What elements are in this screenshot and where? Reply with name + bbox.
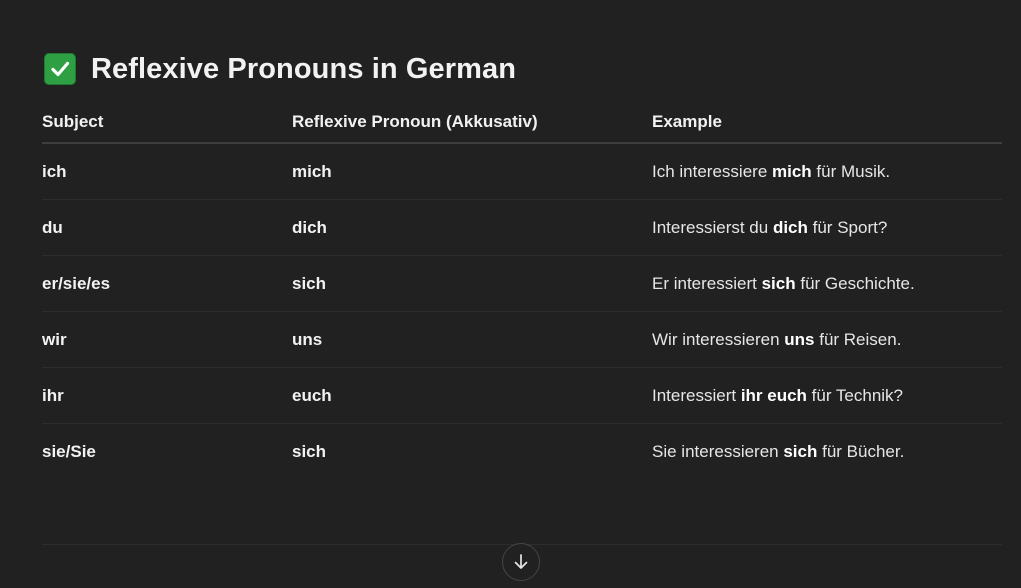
subject-cell: ich: [42, 143, 292, 200]
example-highlight: sich: [783, 441, 818, 461]
column-header-subject: Subject: [42, 102, 292, 144]
table-row: er/sie/es sich Er interessiert sich für …: [42, 255, 1002, 312]
pronoun-cell: uns: [292, 311, 652, 368]
example-text: für Reisen.: [814, 329, 902, 349]
example-text: für Sport?: [807, 217, 888, 237]
example-cell: Sie interessieren sich für Bücher.: [652, 424, 1002, 480]
heading-title: Reflexive Pronouns in German: [91, 52, 517, 85]
example-text: für Geschichte.: [795, 273, 915, 293]
pronoun-cell: mich: [292, 143, 652, 200]
example-highlight: ihr euch: [740, 385, 807, 405]
example-cell: Interessiert ihr euch für Technik?: [652, 367, 1002, 424]
pronoun-cell: sich: [292, 441, 327, 461]
subject-cell: ihr: [42, 367, 292, 424]
example-text: für Bücher.: [817, 441, 905, 461]
example-cell: Er interessiert sich für Geschichte.: [652, 255, 1002, 312]
example-cell: Wir interessieren uns für Reisen.: [652, 311, 1002, 368]
table-header-row: Subject Reflexive Pronoun (Akkusativ) Ex…: [42, 102, 1002, 144]
example-highlight: mich: [772, 161, 812, 181]
example-text: für Musik.: [811, 161, 891, 181]
subject-cell: sie/Sie: [42, 441, 96, 461]
pronoun-table: Subject Reflexive Pronoun (Akkusativ) Ex…: [42, 102, 1002, 479]
example-highlight: sich: [761, 273, 796, 293]
scroll-to-bottom-button[interactable]: [502, 543, 540, 581]
table-row: wir uns Wir interessieren uns für Reisen…: [42, 311, 1002, 368]
table-row: du dich Interessierst du dich für Sport?: [42, 199, 1002, 256]
example-text: Ich interessiere: [652, 161, 772, 181]
example-text: Interessierst du: [652, 217, 773, 237]
example-text: Interessiert: [652, 385, 741, 405]
example-text: für Technik?: [806, 385, 904, 405]
subject-cell: du: [42, 199, 292, 256]
table-row: ihr euch Interessiert ihr euch für Techn…: [42, 367, 1002, 424]
subject-cell: er/sie/es: [42, 255, 292, 312]
table-row: sie/Sie sich Sie interessieren sich für …: [42, 424, 1002, 480]
column-header-example: Example: [652, 102, 1002, 144]
example-highlight: dich: [772, 217, 808, 237]
column-header-pronoun: Reflexive Pronoun (Akkusativ): [292, 102, 652, 144]
pronoun-cell: sich: [292, 255, 652, 312]
subject-cell: wir: [42, 311, 292, 368]
check-mark-button-icon: [44, 53, 76, 85]
example-cell: Interessierst du dich für Sport?: [652, 199, 1002, 256]
pronoun-cell: euch: [292, 367, 652, 424]
example-highlight: uns: [784, 329, 815, 349]
pronoun-cell: dich: [292, 199, 652, 256]
chat-response: Reflexive Pronouns in German Subject Ref…: [0, 0, 1021, 588]
example-text: Sie interessieren: [652, 441, 784, 461]
example-cell: Ich interessiere mich für Musik.: [652, 143, 1002, 200]
table-row: ich mich Ich interessiere mich für Musik…: [42, 143, 1002, 200]
section-heading: Reflexive Pronouns in German: [44, 50, 516, 88]
arrow-down-icon: [514, 554, 528, 569]
example-text: Er interessiert: [652, 273, 762, 293]
example-text: Wir interessieren: [652, 329, 785, 349]
